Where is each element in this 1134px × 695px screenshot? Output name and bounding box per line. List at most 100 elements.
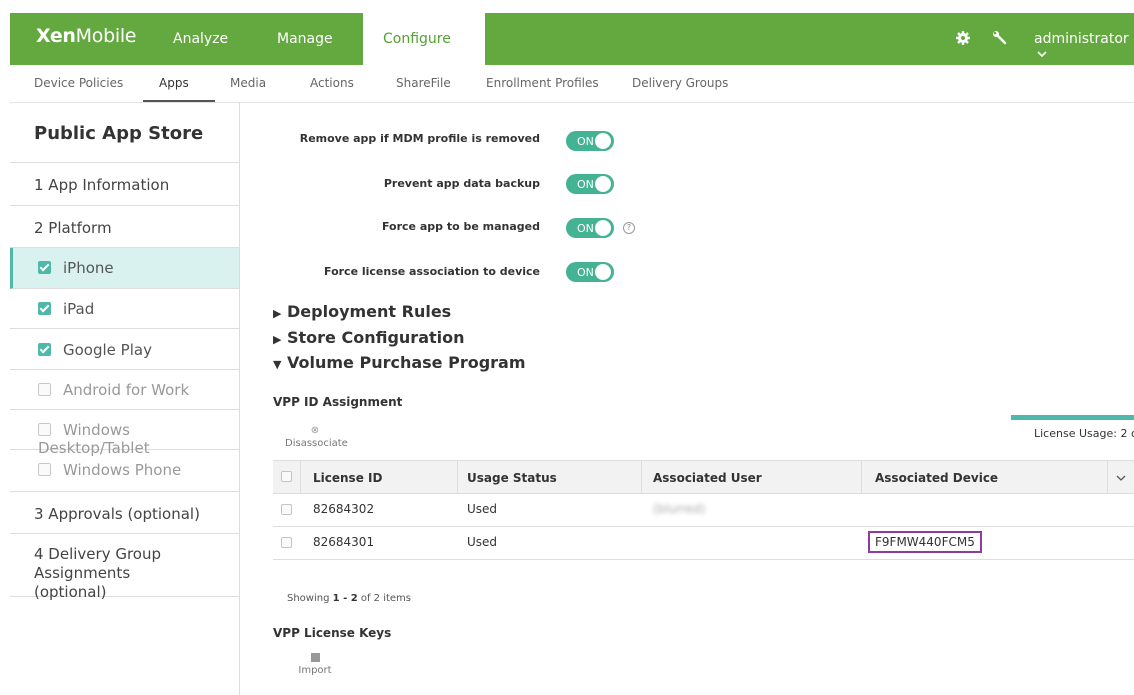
table-header: License ID Usage Status Associated User … (273, 460, 1134, 494)
vpp-license-keys-title: VPP License Keys (273, 626, 392, 640)
license-usage-text: License Usage: 2 of 2 (1034, 427, 1134, 440)
showing-range: 1 - 2 (332, 593, 358, 604)
section-store-configuration[interactable]: ▶ Store Configuration (273, 328, 465, 347)
subtab-apps[interactable]: Apps (159, 76, 189, 90)
nav-analyze[interactable]: Analyze (173, 31, 228, 47)
license-usage-bar (1011, 415, 1134, 420)
column-license-id[interactable]: License ID (313, 471, 382, 485)
help-icon[interactable]: ? (623, 222, 635, 234)
table-row[interactable]: 82684301 Used F9FMW440FCM5 (273, 527, 1134, 560)
subtab-media[interactable]: Media (230, 76, 266, 90)
subtab-enrollment-profiles[interactable]: Enrollment Profiles (486, 76, 599, 90)
platform-iphone[interactable]: iPhone (10, 248, 239, 289)
associated-device-cell: F9FMW440FCM5 (868, 531, 982, 553)
wizard-sidebar: Public App Store 1 App Information 2 Pla… (10, 103, 240, 695)
android-for-work-checkbox[interactable] (38, 383, 51, 396)
section-deployment-rules[interactable]: ▶ Deployment Rules (273, 302, 451, 321)
column-associated-device[interactable]: Associated Device (875, 471, 998, 485)
disassociate-icon: ⊗ (310, 425, 320, 436)
section-title: Volume Purchase Program (287, 353, 526, 372)
toggle-knob (595, 264, 611, 280)
platform-label: Android for Work (63, 381, 190, 399)
google-play-checkbox[interactable] (38, 343, 51, 356)
step-label: 4 Delivery Group Assignments (34, 545, 162, 582)
step-approvals[interactable]: 3 Approvals (optional) (10, 492, 239, 534)
column-associated-user[interactable]: Associated User (653, 471, 762, 485)
toggle-state: ON (577, 135, 594, 148)
platform-android-for-work[interactable]: Android for Work (10, 370, 239, 410)
vpp-license-table: License ID Usage Status Associated User … (273, 460, 1134, 560)
step-delivery-group-assignments[interactable]: 4 Delivery Group Assignments (optional) (10, 534, 239, 601)
disassociate-label: Disassociate (285, 438, 348, 449)
option-label: Prevent app data backup (383, 177, 540, 190)
platform-label: iPad (63, 300, 95, 318)
platform-windows-desktop-tablet[interactable]: Windows Desktop/Tablet (10, 410, 239, 457)
section-title: Deployment Rules (287, 302, 452, 321)
showing-suffix: of 2 items (357, 593, 411, 604)
sub-navigation: Device Policies Apps Media Actions Share… (10, 65, 1134, 103)
option-label: Force license association to device (324, 265, 540, 278)
force-managed-toggle[interactable]: ON (566, 218, 614, 238)
column-divider (457, 461, 458, 494)
toggle-state: ON (577, 222, 594, 235)
user-name: administrator (1034, 31, 1129, 47)
section-volume-purchase-program[interactable]: ▼ Volume Purchase Program (273, 353, 526, 372)
step-platform[interactable]: 2 Platform (10, 206, 239, 248)
platform-windows-phone[interactable]: Windows Phone (10, 450, 239, 492)
vpp-id-assignment-title: VPP ID Assignment (273, 395, 403, 409)
user-menu[interactable]: administrator (1034, 31, 1134, 63)
table-row[interactable]: 82684302 Used (blurred) (273, 494, 1134, 527)
prevent-backup-toggle[interactable]: ON (566, 174, 614, 194)
platform-label: Windows Phone (63, 461, 182, 479)
subtab-delivery-groups[interactable]: Delivery Groups (632, 76, 728, 90)
import-label: Import (298, 665, 332, 676)
caret-down-icon: ▼ (273, 358, 282, 371)
ipad-checkbox[interactable] (38, 302, 51, 315)
row-checkbox[interactable] (281, 537, 292, 548)
option-label: Remove app if MDM profile is removed (299, 132, 540, 145)
select-all-checkbox[interactable] (281, 471, 292, 482)
column-usage-status[interactable]: Usage Status (467, 471, 557, 485)
gear-icon[interactable] (955, 30, 971, 46)
disassociate-button[interactable]: ⊗ Disassociate (285, 425, 348, 449)
subtab-device-policies[interactable]: Device Policies (34, 76, 123, 90)
platform-ipad[interactable]: iPad (10, 289, 239, 329)
step-app-information[interactable]: 1 App Information (10, 164, 239, 206)
license-id-cell: 82684301 (313, 535, 375, 549)
iphone-checkbox[interactable] (38, 261, 51, 274)
nav-configure[interactable]: Configure (363, 13, 485, 65)
sidebar-title: Public App Store (10, 103, 239, 163)
toggle-knob (595, 176, 611, 192)
chevron-down-icon[interactable] (1116, 475, 1126, 482)
license-id-cell: 82684302 (313, 502, 375, 516)
showing-prefix: Showing (287, 593, 333, 604)
xenmobile-logo[interactable]: XenMobile (36, 25, 136, 47)
platform-label: Google Play (63, 341, 152, 359)
windows-desktop-checkbox[interactable] (38, 423, 51, 436)
subtab-actions[interactable]: Actions (310, 76, 354, 90)
step-label-optional: (optional) (34, 583, 107, 601)
platform-google-play[interactable]: Google Play (10, 329, 239, 370)
row-checkbox[interactable] (281, 504, 292, 515)
import-button[interactable]: Import (295, 653, 335, 676)
nav-manage[interactable]: Manage (277, 31, 333, 47)
windows-phone-checkbox[interactable] (38, 463, 51, 476)
column-divider (861, 461, 862, 494)
force-license-toggle[interactable]: ON (566, 262, 614, 282)
toggle-state: ON (577, 178, 594, 191)
remove-app-toggle[interactable]: ON (566, 131, 614, 151)
usage-status-cell: Used (467, 502, 498, 516)
chevron-down-icon (1037, 51, 1047, 58)
section-title: Store Configuration (287, 328, 465, 347)
column-divider (1107, 461, 1108, 494)
subtab-sharefile[interactable]: ShareFile (396, 76, 451, 90)
column-divider (641, 461, 642, 494)
column-divider (300, 461, 301, 494)
toggle-state: ON (577, 266, 594, 279)
wrench-icon[interactable] (992, 30, 1008, 46)
active-tab-indicator (143, 100, 215, 102)
platform-label: iPhone (63, 259, 114, 277)
top-navigation-bar: XenMobile Analyze Manage Configure admin… (10, 13, 1134, 65)
usage-status-cell: Used (467, 535, 498, 549)
toggle-knob (595, 220, 611, 236)
